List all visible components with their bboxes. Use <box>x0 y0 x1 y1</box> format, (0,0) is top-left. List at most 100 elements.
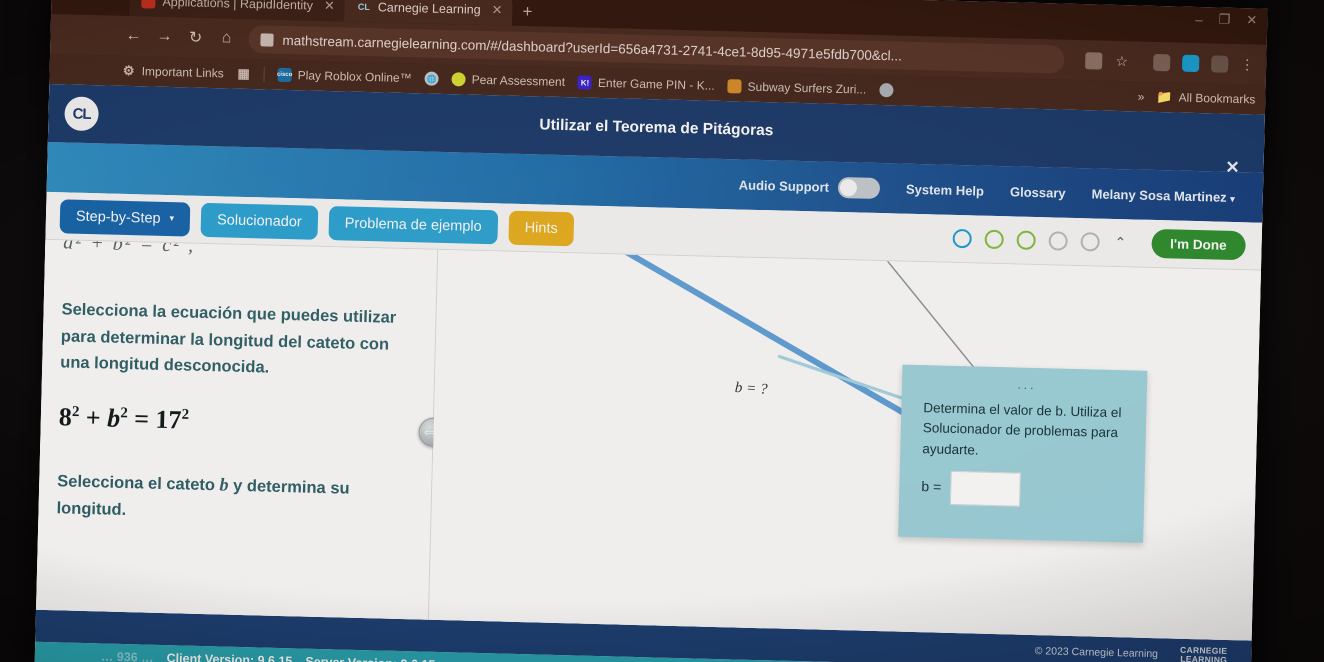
tab-label: Problema de ejemplo <box>344 214 482 235</box>
unknown-side-label: b = ? <box>734 379 768 398</box>
audio-support-toggle[interactable] <box>837 176 881 199</box>
system-help-link[interactable]: System Help <box>906 181 984 198</box>
reload-icon[interactable]: ↻ <box>186 27 205 47</box>
im-done-button[interactable]: I'm Done <box>1150 228 1246 261</box>
forward-icon[interactable]: → <box>155 28 173 46</box>
progress-indicator: ⌃ I'm Done <box>952 224 1262 261</box>
profile-avatar-icon[interactable] <box>1182 54 1200 72</box>
progress-dot-2[interactable] <box>984 229 1004 250</box>
bookmark-important-links[interactable]: ⚙ Important Links <box>121 62 224 81</box>
browser-tab-title: Applications | RapidIdentity <box>162 0 314 13</box>
home-icon[interactable]: ⌂ <box>217 29 235 47</box>
bookmarks-bar-right: » 📁 All Bookmarks <box>1138 89 1256 108</box>
browser-tab-carnegie-learning[interactable]: CL Carnegie Learning ✕ <box>344 0 513 26</box>
folder-icon: 📁 <box>1156 88 1173 105</box>
equation-plus: + <box>85 403 102 433</box>
tab-step-by-step[interactable]: Step-by-Step ▾ <box>59 198 191 237</box>
share-icon[interactable] <box>1085 51 1103 70</box>
maximize-button[interactable]: ❐ <box>1219 12 1231 28</box>
browser-tab-title: Carnegie Learning <box>377 0 481 17</box>
extensions-row: ⋮ <box>1153 53 1254 73</box>
carnegie-learning-app: CL Utilizar el Teorema de Pitágoras ✕ Au… <box>34 83 1265 662</box>
bookmark-subway-surfers[interactable]: Subway Surfers Zuri... <box>727 79 867 97</box>
screen-bezel-right <box>1264 0 1324 662</box>
bookmark-apps-grid[interactable]: ▦ <box>237 65 251 82</box>
equation-base-a: 8 <box>58 402 73 432</box>
bookmark-globe[interactable]: 🌐 <box>424 71 439 86</box>
close-activity-button[interactable]: ✕ <box>1225 158 1240 178</box>
equation-equals: = <box>133 404 150 434</box>
user-name-label: Melany Sosa Martinez <box>1091 185 1227 205</box>
close-tab-icon[interactable]: ✕ <box>320 0 335 14</box>
laptop-screen: Applications | RapidIdentity ✕ CL Carneg… <box>34 0 1268 662</box>
toggle-knob <box>839 178 858 196</box>
client-version-label: Client Version: 9.6.15 <box>166 651 293 662</box>
brand-line-2: LEARNING <box>1180 653 1228 662</box>
carnegie-learning-icon: CL <box>357 1 370 13</box>
close-window-button[interactable]: ✕ <box>1246 12 1257 28</box>
all-bookmarks-label: All Bookmarks <box>1178 90 1256 107</box>
equation-base-c: 17 <box>155 404 182 435</box>
rapididentity-icon <box>141 0 156 9</box>
callout-menu-icon[interactable]: ··· <box>924 375 1129 397</box>
cisco-icon: cisco <box>277 67 292 83</box>
progress-dot-1[interactable] <box>952 228 972 249</box>
carnegie-logo[interactable]: CL <box>64 96 99 132</box>
glossary-link[interactable]: Glossary <box>1010 184 1066 200</box>
photo-of-laptop-screen: Applications | RapidIdentity ✕ CL Carneg… <box>0 0 1324 662</box>
selected-equation[interactable]: 82 + b2 = 172 <box>59 402 408 441</box>
bookmark-label: Important Links <box>141 64 224 81</box>
tab-solucionador[interactable]: Solucionador <box>200 202 319 240</box>
audio-support-control[interactable]: Audio Support <box>738 174 881 199</box>
window-controls: – ❐ ✕ <box>1195 11 1257 29</box>
subway-surfers-icon <box>727 79 742 94</box>
extension-icon[interactable] <box>1153 53 1171 71</box>
tab-hints[interactable]: Hints <box>508 210 575 246</box>
omnibox-actions: ☆ <box>1077 51 1130 70</box>
apps-grid-icon: ▦ <box>237 65 251 82</box>
bookmarks-overflow-icon[interactable]: » <box>1138 90 1145 104</box>
copyright-text: © 2023 Carnegie Learning <box>1034 645 1159 661</box>
close-tab-icon[interactable]: ✕ <box>487 2 502 18</box>
bookmark-label: Pear Assessment <box>471 72 566 90</box>
user-menu[interactable]: Melany Sosa Martinez ▾ <box>1091 186 1235 205</box>
folder-gear-icon: ⚙ <box>122 62 135 79</box>
progress-dot-3[interactable] <box>1016 230 1036 250</box>
address-bar-url: mathstream.carnegielearning.com/#/dashbo… <box>282 32 903 64</box>
triangle-leg-vertical <box>875 249 988 385</box>
progress-dot-4[interactable] <box>1048 231 1068 251</box>
chevron-up-icon[interactable]: ⌃ <box>1114 234 1126 251</box>
new-tab-button[interactable]: + <box>512 2 543 27</box>
answer-row: b = <box>921 470 1127 509</box>
callout-text: Determina el valor de b. Utiliza el Solu… <box>922 400 1122 458</box>
history-icon[interactable] <box>1210 54 1229 73</box>
bookmark-label: Play Roblox Online™ <box>297 68 412 86</box>
audio-support-label: Audio Support <box>738 176 830 195</box>
question-prompt: Selecciona la ecuación que puedes utiliz… <box>60 300 397 378</box>
globe-icon: 🌐 <box>424 71 439 86</box>
all-bookmarks-button[interactable]: 📁 All Bookmarks <box>1156 89 1255 107</box>
chevron-down-icon: ▾ <box>169 213 175 224</box>
instruction-callout: ··· Determina el valor de b. Utiliza el … <box>898 364 1148 543</box>
answer-input[interactable] <box>949 470 1021 507</box>
tab-problema-de-ejemplo[interactable]: Problema de ejemplo <box>328 205 499 244</box>
server-version-label: Server Version: 9.6.15 <box>305 655 435 662</box>
question-prompt-2: Selecciona el cateto b y determina su lo… <box>56 466 405 531</box>
site-info-icon[interactable] <box>260 32 274 47</box>
tab-label: Hints <box>524 219 558 237</box>
answer-prefix: b = <box>921 478 942 495</box>
prompt2-part1: Selecciona el cateto <box>57 472 216 495</box>
bookmark-green-circle[interactable] <box>879 82 894 98</box>
kahoot-icon: K! <box>577 75 593 90</box>
minimize-button[interactable]: – <box>1195 11 1203 26</box>
chevron-down-icon: ▾ <box>1230 193 1235 204</box>
back-icon[interactable]: ← <box>124 27 142 45</box>
bookmark-pear-assessment[interactable]: Pear Assessment <box>451 72 566 90</box>
bookmark-enter-game-pin[interactable]: K! Enter Game PIN - K... <box>577 75 715 93</box>
bookmark-star-icon[interactable]: ☆ <box>1113 52 1130 69</box>
equation-exp-a: 2 <box>71 404 80 421</box>
equation-exp-b: 2 <box>120 405 129 422</box>
progress-dot-5[interactable] <box>1080 232 1100 252</box>
browser-menu-icon[interactable]: ⋮ <box>1240 56 1254 73</box>
bookmark-play-roblox-online[interactable]: cisco Play Roblox Online™ <box>277 67 412 86</box>
